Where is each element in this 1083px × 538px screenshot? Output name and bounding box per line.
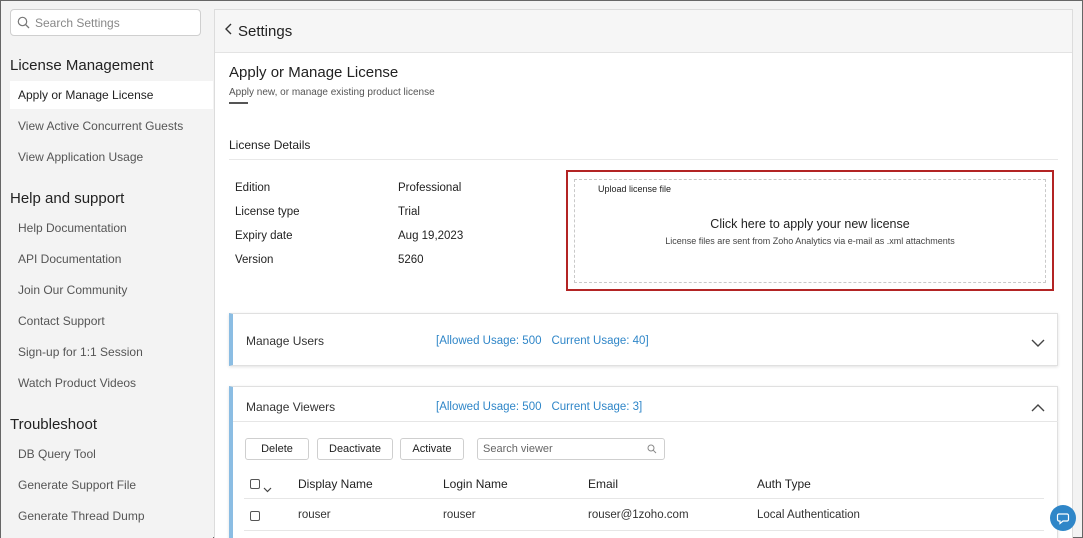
settings-sidebar: License Management Apply or Manage Licen…: [1, 1, 213, 538]
upload-hint: License files are sent from Zoho Analyti…: [665, 236, 955, 246]
sidebar-item-watch-product-videos[interactable]: Watch Product Videos: [10, 369, 213, 397]
divider: [244, 530, 1044, 531]
upload-license-dropzone[interactable]: Upload license file Click here to apply …: [574, 179, 1046, 283]
manage-viewers-panel: Manage Viewers [Allowed Usage: 500 Curren…: [229, 386, 1058, 538]
manage-users-panel[interactable]: Manage Users [Allowed Usage: 500 Current …: [229, 313, 1058, 366]
sidebar-item-api-documentation[interactable]: API Documentation: [10, 245, 213, 273]
cell-login-name: rouser: [443, 509, 476, 521]
page-title: Apply or Manage License: [229, 64, 399, 81]
sidebar-item-sign-up-session[interactable]: Sign-up for 1:1 Session: [10, 338, 213, 366]
manage-users-title: Manage Users: [246, 334, 325, 348]
viewer-search-box[interactable]: [477, 438, 665, 460]
license-value-type: Trial: [398, 206, 420, 218]
sidebar-item-join-our-community[interactable]: Join Our Community: [10, 276, 213, 304]
column-header-display-name[interactable]: Display Name: [298, 477, 373, 491]
sidebar-item-generate-thread-dump[interactable]: Generate Thread Dump: [10, 502, 213, 530]
header-title: Settings: [238, 22, 293, 40]
license-key-edition: Edition: [235, 182, 271, 194]
viewer-search-input[interactable]: [483, 443, 643, 455]
chevron-up-icon[interactable]: [1031, 399, 1045, 417]
settings-search-input[interactable]: [35, 15, 185, 30]
license-key-expiry: Expiry date: [235, 230, 293, 242]
sidebar-item-contact-support[interactable]: Contact Support: [10, 307, 213, 335]
chat-support-button[interactable]: [1050, 505, 1076, 531]
chevron-left-icon[interactable]: [224, 22, 234, 41]
settings-header: Settings: [215, 10, 1072, 53]
license-key-type: License type: [235, 206, 300, 218]
section-title-help-and-support: Help and support: [10, 190, 125, 207]
cell-email: rouser@1zoho.com: [588, 509, 689, 521]
cell-auth-type: Local Authentication: [757, 509, 860, 521]
page-subtitle: Apply new, or manage existing product li…: [229, 87, 435, 98]
column-header-login-name[interactable]: Login Name: [443, 477, 508, 491]
subtitle-underline: [229, 102, 248, 104]
manage-users-usage: [Allowed Usage: 500 Current Usage: 40]: [436, 335, 649, 347]
chevron-down-icon[interactable]: [263, 480, 272, 498]
cell-display-name: rouser: [298, 509, 331, 521]
column-header-email[interactable]: Email: [588, 477, 618, 491]
sidebar-item-help-documentation[interactable]: Help Documentation: [10, 214, 213, 242]
chevron-down-icon[interactable]: [1031, 335, 1045, 353]
divider: [229, 159, 1058, 160]
current-usage: Current Usage: 40]: [551, 335, 649, 347]
license-value-edition: Professional: [398, 182, 462, 194]
upload-legend: Upload license file: [595, 184, 675, 194]
column-header-auth-type[interactable]: Auth Type: [757, 477, 811, 491]
license-value-expiry: Aug 19,2023: [398, 230, 464, 242]
divider: [233, 421, 1058, 422]
divider: [244, 498, 1044, 499]
search-icon: [17, 16, 30, 29]
chat-icon: [1056, 513, 1070, 525]
activate-button[interactable]: Activate: [400, 438, 464, 460]
deactivate-button[interactable]: Deactivate: [317, 438, 393, 460]
manage-viewers-title: Manage Viewers: [246, 400, 336, 414]
settings-search-box[interactable]: [10, 9, 201, 36]
select-all-checkbox[interactable]: [250, 479, 260, 489]
allowed-usage: [Allowed Usage: 500: [436, 335, 542, 347]
manage-viewers-usage: [Allowed Usage: 500 Current Usage: 3]: [436, 401, 642, 413]
sidebar-item-view-application-usage[interactable]: View Application Usage: [10, 143, 213, 171]
search-icon: [647, 444, 657, 454]
sidebar-item-db-query-tool[interactable]: DB Query Tool: [10, 440, 213, 468]
delete-button[interactable]: Delete: [245, 438, 309, 460]
allowed-usage: [Allowed Usage: 500: [436, 401, 542, 413]
sidebar-item-apply-or-manage-license[interactable]: Apply or Manage License: [10, 81, 213, 109]
sidebar-item-generate-support-file[interactable]: Generate Support File: [10, 471, 213, 499]
upload-highlight-box: Upload license file Click here to apply …: [566, 170, 1054, 291]
main-content: Settings Apply or Manage License Apply n…: [214, 9, 1073, 538]
section-title-troubleshoot: Troubleshoot: [10, 416, 97, 433]
sidebar-item-view-active-concurrent-guests[interactable]: View Active Concurrent Guests: [10, 112, 213, 140]
row-checkbox[interactable]: [250, 511, 260, 521]
license-details-title: License Details: [229, 138, 311, 152]
upload-cta[interactable]: Click here to apply your new license: [575, 217, 1045, 231]
license-value-version: 5260: [398, 254, 424, 266]
section-title-license-management: License Management: [10, 57, 154, 74]
current-usage: Current Usage: 3]: [551, 401, 643, 413]
license-key-version: Version: [235, 254, 274, 266]
